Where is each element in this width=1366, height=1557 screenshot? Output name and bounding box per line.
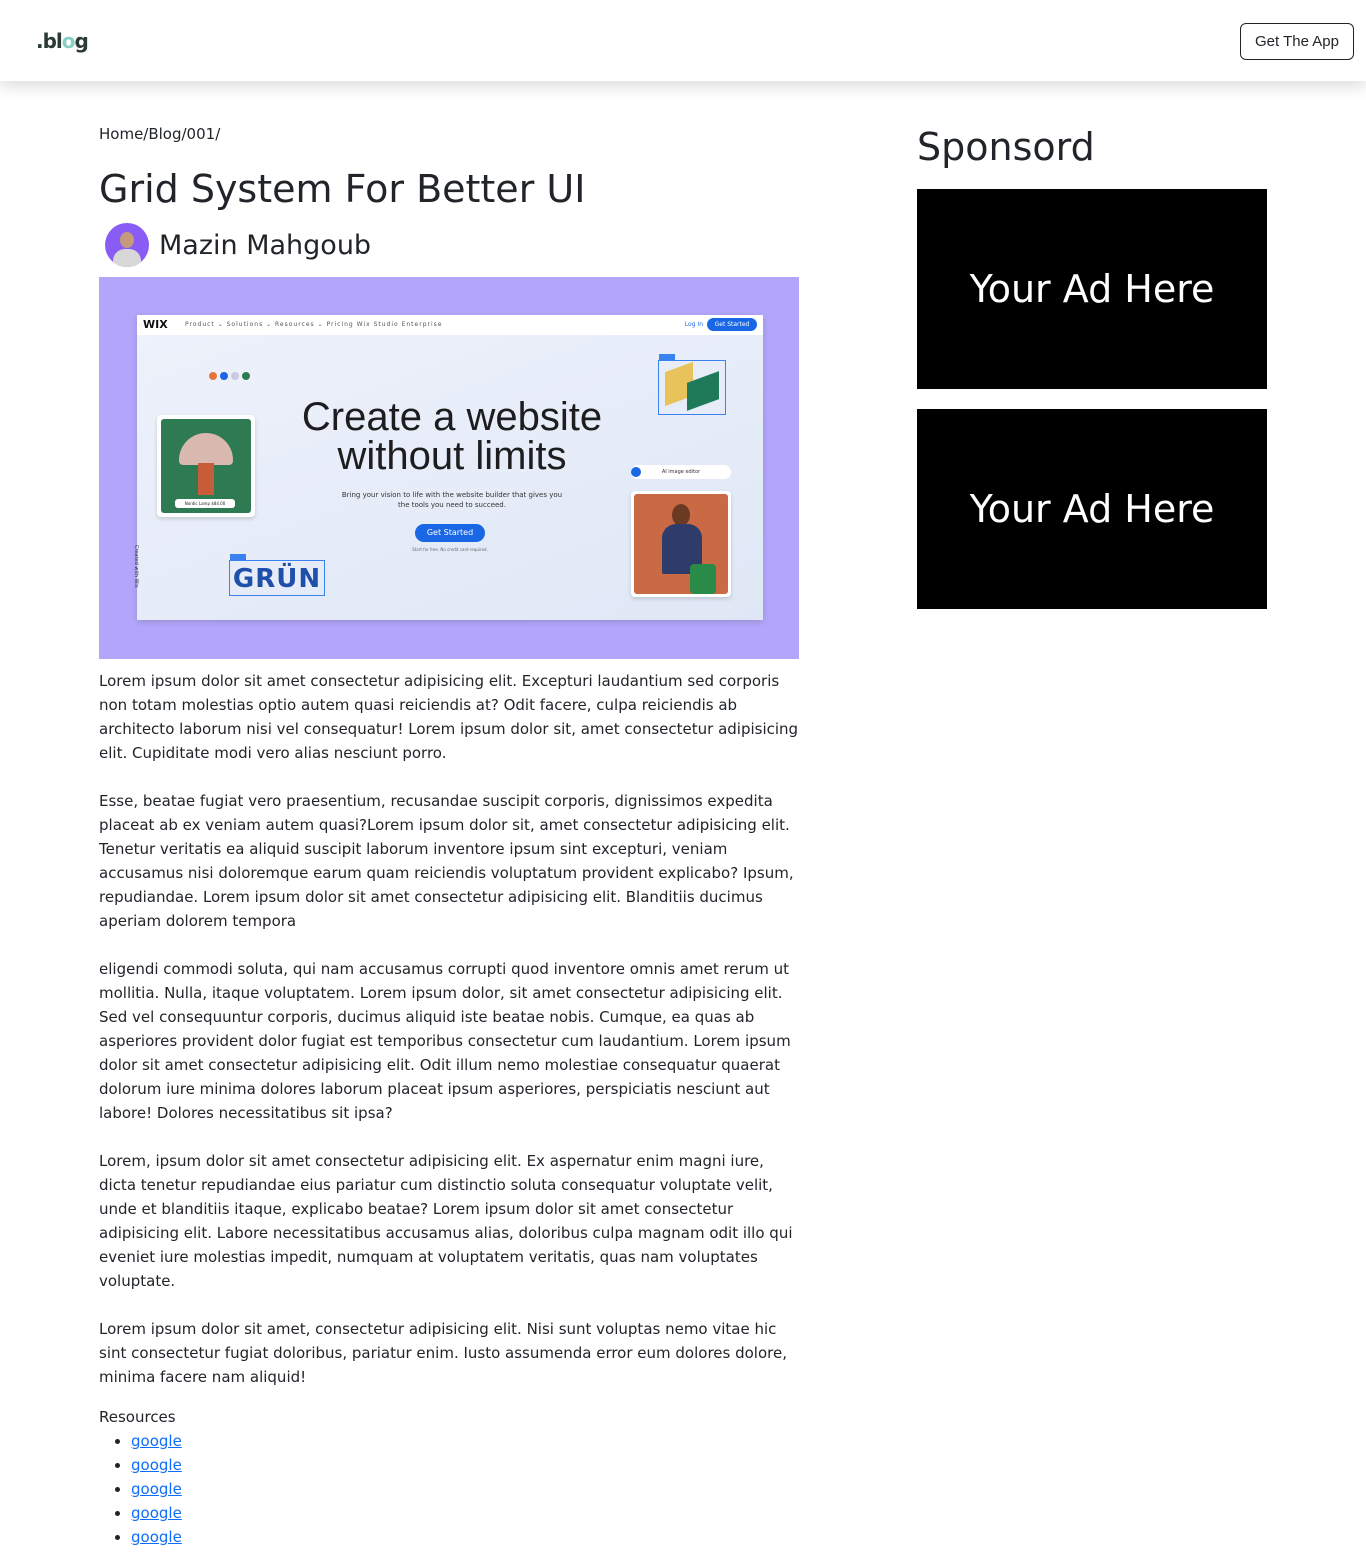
color-dot — [220, 372, 228, 380]
wix-logo: WIX — [143, 318, 168, 331]
article: Home/Blog/001/ Grid System For Better UI… — [99, 123, 799, 1549]
hero-image: WIX Product ⌄ Solutions ⌄ Resources ⌄ Pr… — [99, 277, 799, 659]
list-item: google — [131, 1429, 799, 1453]
hero-nav-links: Product ⌄ Solutions ⌄ Resources ⌄ Pricin… — [185, 321, 443, 328]
paragraph: Lorem, ipsum dolor sit amet consectetur … — [99, 1152, 793, 1290]
color-dot — [231, 372, 239, 380]
sponsored-sidebar: Sponsord Your Ad Here Your Ad Here — [917, 123, 1267, 609]
resource-link[interactable]: google — [131, 1432, 182, 1450]
resource-link[interactable]: google — [131, 1456, 182, 1474]
ad-banner[interactable]: Your Ad Here — [917, 189, 1267, 389]
paragraph: Esse, beatae fugiat vero praesentium, re… — [99, 792, 794, 930]
ai-editor-pill: AI image editor — [631, 465, 731, 479]
resources-label: Resources — [99, 1408, 176, 1426]
sponsored-title: Sponsord — [917, 125, 1095, 169]
breadcrumb-text[interactable]: Home/Blog/001/ — [99, 125, 220, 143]
ad-banner[interactable]: Your Ad Here — [917, 409, 1267, 609]
page-title: Grid System For Better UI — [99, 167, 586, 211]
list-item: google — [131, 1525, 799, 1549]
resources-list: google google google google google — [131, 1429, 799, 1549]
color-dot — [242, 372, 250, 380]
hero-free-note: Start for free. No credit card required. — [412, 547, 488, 552]
hero-nav-cta: Get Started — [707, 318, 757, 331]
grun-logo: GRÜN — [229, 554, 325, 596]
resource-link[interactable]: google — [131, 1480, 182, 1498]
paragraph: eligendi commodi soluta, qui nam accusam… — [99, 960, 791, 1122]
list-item: google — [131, 1453, 799, 1477]
hero-mock-nav: WIX Product ⌄ Solutions ⌄ Resources ⌄ Pr… — [137, 315, 763, 335]
hero-mockup: WIX Product ⌄ Solutions ⌄ Resources ⌄ Pr… — [133, 315, 763, 620]
hero-subline: Bring your vision to life with the websi… — [341, 491, 563, 509]
site-logo[interactable]: .blog — [36, 29, 89, 53]
solar-panels-image — [658, 354, 726, 415]
hero-login: Log In — [684, 321, 703, 328]
paragraph: Lorem ipsum dolor sit amet, consectetur … — [99, 1320, 787, 1386]
author-name: Mazin Mahgoub — [159, 229, 372, 261]
hero-headline: Create a website without limits — [301, 395, 603, 478]
created-with-wix: Created with Wix — [133, 545, 139, 588]
list-item: google — [131, 1501, 799, 1525]
list-item: google — [131, 1477, 799, 1501]
navbar: .blog Get The App — [0, 0, 1366, 81]
breadcrumb: Home/Blog/001/ — [99, 123, 799, 145]
resource-link[interactable]: google — [131, 1504, 182, 1522]
author-row: Mazin Mahgoub — [99, 219, 799, 271]
get-the-app-button[interactable]: Get The App — [1240, 23, 1354, 60]
hero-cta: Get Started — [415, 524, 485, 542]
paragraph: Lorem ipsum dolor sit amet consectetur a… — [99, 672, 799, 762]
lamp-tag: Nordic Lamp $84.00 — [175, 499, 235, 508]
color-dot — [209, 372, 217, 380]
color-dots — [209, 372, 250, 380]
ai-icon — [631, 467, 641, 477]
portrait-card — [631, 491, 731, 597]
lamp-product-card: Nordic Lamp $84.00 — [157, 415, 255, 517]
avatar — [105, 223, 149, 267]
resource-link[interactable]: google — [131, 1528, 182, 1546]
